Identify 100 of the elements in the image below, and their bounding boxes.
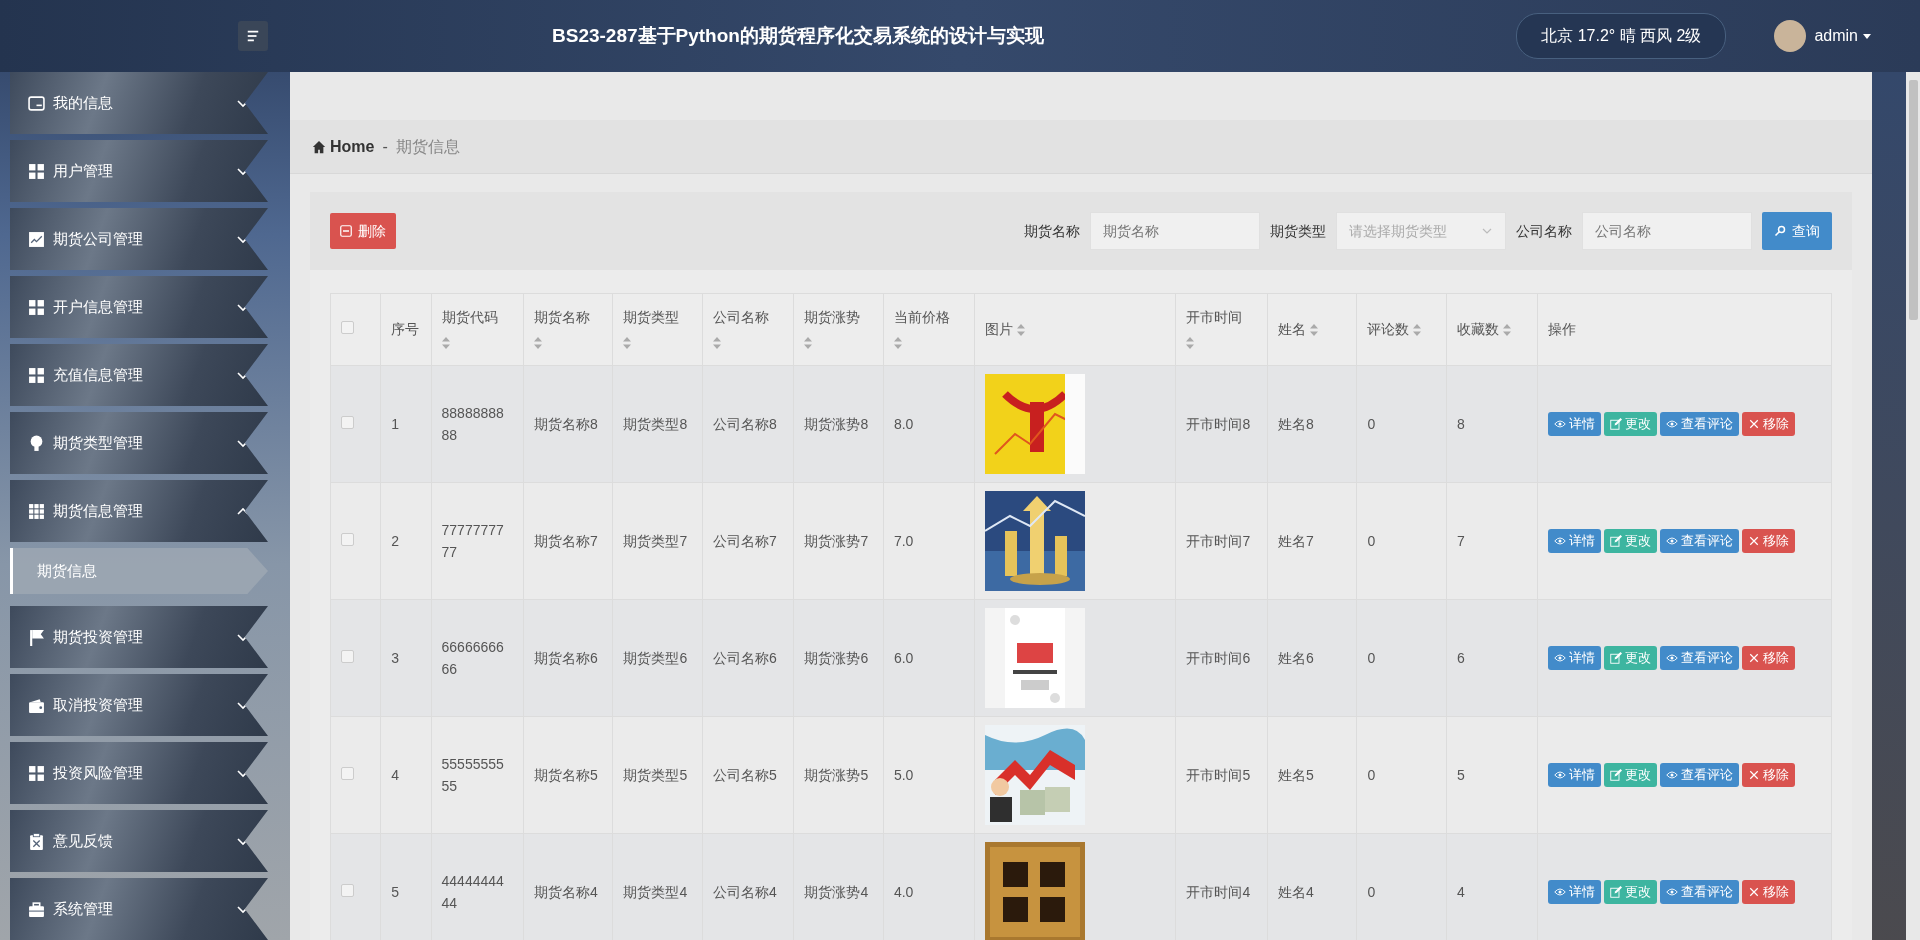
table-cell-text: 姓名4 bbox=[1277, 882, 1315, 902]
action-button[interactable]: 移除 bbox=[1742, 646, 1796, 670]
select-field[interactable]: 请选择期货类型 bbox=[1336, 212, 1506, 250]
checkbox[interactable] bbox=[341, 415, 354, 429]
sidebar-item[interactable]: 系统管理 bbox=[10, 878, 268, 940]
table-cell-text: 期货涨势6 bbox=[804, 648, 870, 668]
table-cell-text: 期货类型7 bbox=[623, 531, 689, 551]
eye-icon bbox=[1554, 886, 1567, 898]
filter-label: 公司名称 bbox=[1516, 221, 1572, 241]
edit-icon bbox=[1610, 535, 1623, 547]
action-button[interactable]: 移除 bbox=[1742, 763, 1796, 787]
checkbox[interactable] bbox=[341, 766, 354, 780]
eye-icon bbox=[1554, 769, 1567, 781]
menu-icon bbox=[245, 29, 261, 43]
grid-icon bbox=[28, 162, 45, 180]
checkbox[interactable] bbox=[341, 649, 354, 663]
card-icon bbox=[28, 94, 45, 112]
table-cell-text: 公司名称8 bbox=[712, 414, 778, 434]
checkbox[interactable] bbox=[341, 321, 354, 334]
table-cell-text: 公司名称5 bbox=[712, 765, 778, 785]
search-icon bbox=[1774, 225, 1786, 237]
sidebar-item[interactable]: 投资风险管理 bbox=[10, 742, 268, 804]
grid-icon bbox=[28, 298, 45, 316]
table-cell-text: 开市时间4 bbox=[1186, 882, 1252, 902]
close-icon bbox=[1748, 886, 1761, 898]
action-button[interactable]: 移除 bbox=[1742, 529, 1796, 553]
search-field[interactable]: 期货名称 bbox=[1090, 212, 1260, 250]
column-header: 收藏数 bbox=[1456, 320, 1499, 339]
edit-icon bbox=[1610, 652, 1623, 664]
table-cell-text: 4444444444 bbox=[441, 871, 505, 913]
action-button[interactable]: 更改 bbox=[1604, 646, 1658, 670]
sidebar-subitem[interactable]: 期货信息 bbox=[10, 548, 268, 594]
close-icon bbox=[1748, 769, 1761, 781]
action-button[interactable]: 查看评论 bbox=[1660, 529, 1740, 553]
scrollbar[interactable] bbox=[1906, 72, 1920, 940]
table-cell-text: 5 bbox=[1456, 765, 1466, 785]
home-link[interactable]: Home bbox=[312, 134, 375, 159]
action-button[interactable]: 查看评论 bbox=[1660, 880, 1740, 904]
sidebar-item[interactable]: 期货类型管理 bbox=[10, 412, 268, 474]
table-cell-text: 6.0 bbox=[893, 648, 915, 668]
eye-icon bbox=[1666, 886, 1679, 898]
flag-icon bbox=[28, 628, 45, 646]
action-button[interactable]: 查看评论 bbox=[1660, 646, 1740, 670]
table-cell-text: 6 bbox=[1456, 648, 1466, 668]
chart-icon bbox=[28, 230, 45, 248]
checkbox[interactable] bbox=[341, 883, 354, 897]
edit-icon bbox=[1610, 418, 1623, 430]
table-cell-text: 期货类型4 bbox=[623, 882, 689, 902]
table-cell-text: 姓名7 bbox=[1277, 531, 1315, 551]
action-button[interactable]: 移除 bbox=[1742, 412, 1796, 436]
column-header: 期货类型 bbox=[623, 307, 681, 327]
table-cell-text: 开市时间5 bbox=[1186, 765, 1252, 785]
action-button[interactable]: 查看评论 bbox=[1660, 412, 1740, 436]
table-cell-text: 8.0 bbox=[893, 414, 915, 434]
table-cell-text: 姓名6 bbox=[1277, 648, 1315, 668]
table-cell-text: 5 bbox=[391, 882, 401, 902]
action-button[interactable]: 详情 bbox=[1548, 529, 1602, 553]
sidebar-item[interactable]: 我的信息 bbox=[10, 72, 268, 134]
sidebar-item[interactable]: 期货公司管理 bbox=[10, 208, 268, 270]
search-button[interactable]: 查询 bbox=[1762, 212, 1832, 250]
action-button[interactable]: 更改 bbox=[1604, 763, 1658, 787]
user-menu[interactable]: admin bbox=[1814, 24, 1872, 48]
sidebar-item[interactable]: 用户管理 bbox=[10, 140, 268, 202]
sidebar-item[interactable]: 充值信息管理 bbox=[10, 344, 268, 406]
caret-icon bbox=[1862, 31, 1872, 41]
column-header: 序号 bbox=[391, 320, 420, 339]
action-button[interactable]: 更改 bbox=[1604, 529, 1658, 553]
menu-button[interactable] bbox=[238, 21, 268, 51]
sidebar-item[interactable]: 期货信息管理 bbox=[10, 480, 268, 542]
action-button[interactable]: 详情 bbox=[1548, 763, 1602, 787]
action-button[interactable]: 更改 bbox=[1604, 880, 1658, 904]
action-button[interactable]: 查看评论 bbox=[1660, 763, 1740, 787]
eye-icon bbox=[1554, 535, 1567, 547]
sidebar-item[interactable]: 开户信息管理 bbox=[10, 276, 268, 338]
sidebar-item[interactable]: 期货投资管理 bbox=[10, 606, 268, 668]
search-field[interactable]: 公司名称 bbox=[1582, 212, 1752, 250]
action-button[interactable]: 详情 bbox=[1548, 880, 1602, 904]
table-cell-text: 公司名称6 bbox=[712, 648, 778, 668]
column-header: 期货名称 bbox=[534, 307, 591, 327]
table-cell-text: 0 bbox=[1367, 648, 1377, 668]
grid-icon bbox=[28, 764, 45, 782]
action-button[interactable]: 详情 bbox=[1548, 646, 1602, 670]
column-header: 姓名 bbox=[1277, 320, 1306, 339]
table-cell-text: 0 bbox=[1367, 531, 1377, 551]
delete-button[interactable]: 删除 bbox=[330, 213, 396, 249]
table-cell-text: 期货涨势4 bbox=[804, 882, 870, 902]
clipboard-icon bbox=[28, 832, 45, 850]
sidebar-item[interactable]: 意见反馈 bbox=[10, 810, 268, 872]
action-button[interactable]: 详情 bbox=[1548, 412, 1602, 436]
table-cell-text: 期货类型8 bbox=[623, 414, 689, 434]
table-cell-text: 开市时间8 bbox=[1186, 414, 1252, 434]
close-icon bbox=[1748, 418, 1761, 430]
weather-widget: 北京 17.2° 晴 西风 2级 bbox=[1516, 13, 1727, 59]
table-cell-text: 8888888888 bbox=[441, 403, 505, 445]
checkbox[interactable] bbox=[341, 532, 354, 546]
action-button[interactable]: 更改 bbox=[1604, 412, 1658, 436]
column-header: 公司名称 bbox=[712, 307, 770, 327]
action-button[interactable]: 移除 bbox=[1742, 880, 1796, 904]
sidebar-item[interactable]: 取消投资管理 bbox=[10, 674, 268, 736]
table-cell-text: 4.0 bbox=[893, 882, 915, 902]
